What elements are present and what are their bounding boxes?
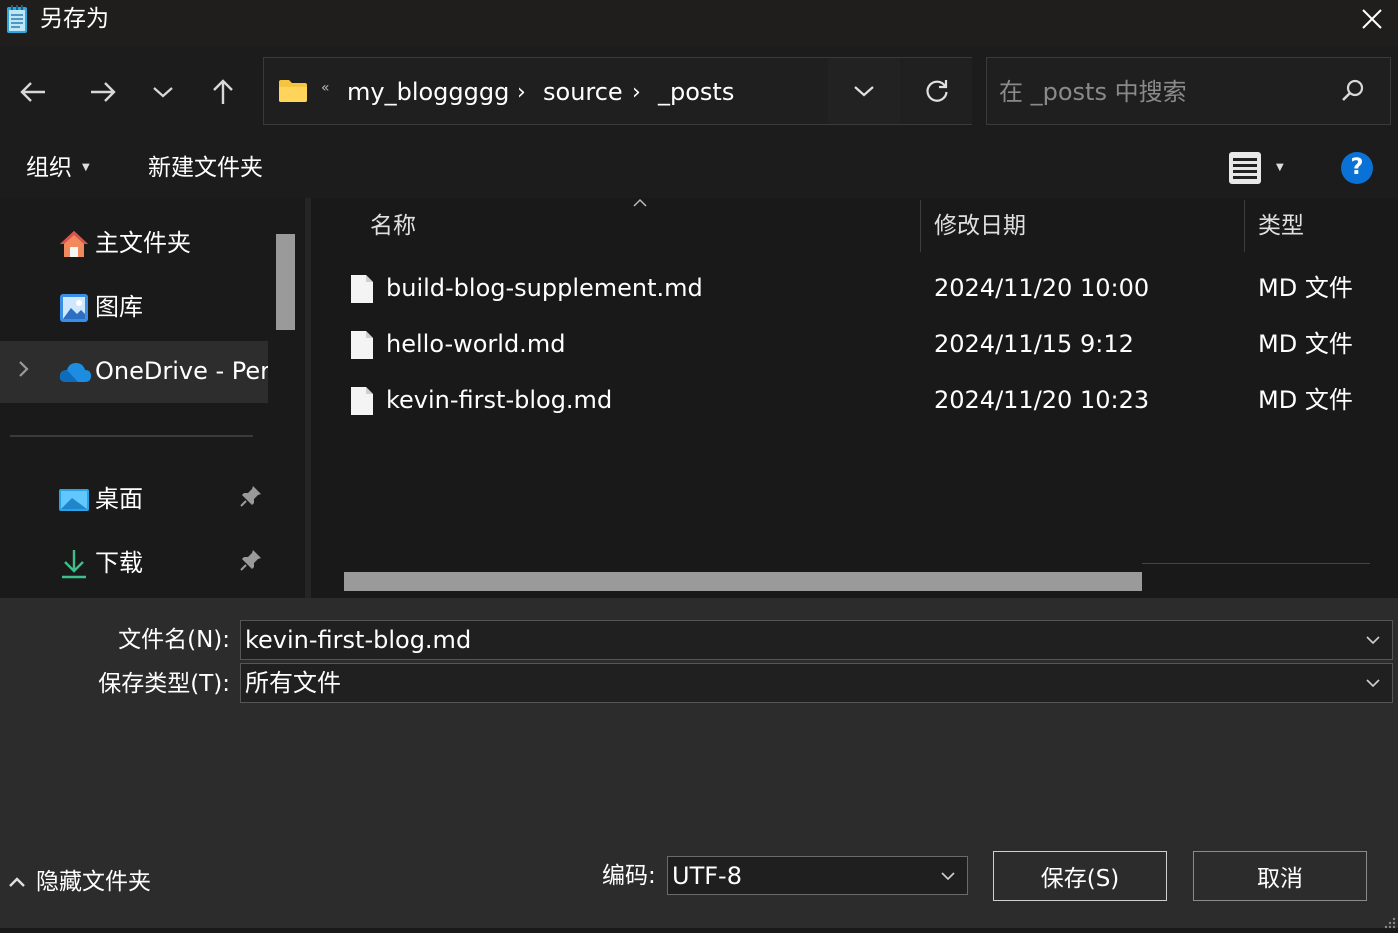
nav-item-home[interactable]: 主文件夹 (0, 213, 268, 275)
window-title: 另存为 (40, 6, 109, 32)
breadcrumb-separator[interactable]: › (517, 75, 526, 111)
file-type: MD 文件 (1258, 386, 1353, 414)
document-icon (350, 386, 374, 420)
file-name: kevin-first-blog.md (386, 386, 613, 414)
encoding-value: UTF-8 (672, 862, 742, 890)
file-modified: 2024/11/15 9:12 (934, 330, 1134, 358)
nav-item-desktop[interactable]: 桌面 (0, 469, 268, 531)
view-details-icon[interactable] (1228, 151, 1262, 189)
file-type: MD 文件 (1258, 330, 1353, 358)
horizontal-scrollbar-track (1142, 563, 1370, 564)
document-icon (350, 274, 374, 308)
file-row[interactable]: kevin-first-blog.md 2024/11/20 10:23 MD … (330, 372, 1398, 428)
file-modified: 2024/11/20 10:00 (934, 274, 1150, 302)
nav-item-onedrive[interactable]: OneDrive - Per (0, 341, 268, 403)
file-name: build-blog-supplement.md (386, 274, 703, 302)
nav-item-label: OneDrive - Per (95, 357, 268, 385)
save-button[interactable]: 保存(S) (993, 851, 1167, 901)
chevron-right-icon[interactable] (18, 360, 30, 383)
search-icon[interactable] (1340, 78, 1366, 108)
chevron-down-icon (854, 86, 874, 97)
nav-item-label: 图库 (95, 293, 143, 321)
document-icon (350, 330, 374, 364)
file-row[interactable]: hello-world.md 2024/11/15 9:12 MD 文件 (330, 316, 1398, 372)
recent-locations-button[interactable] (141, 70, 185, 114)
chevron-down-icon[interactable] (939, 867, 957, 889)
encoding-select[interactable]: UTF-8 (667, 856, 968, 895)
file-row[interactable]: build-blog-supplement.md 2024/11/20 10:0… (330, 260, 1398, 316)
download-icon (58, 548, 90, 584)
column-header-modified[interactable]: 修改日期 (934, 208, 1026, 244)
title-bar (0, 0, 1398, 46)
caret-down-icon: ▼ (82, 162, 90, 173)
filename-input[interactable]: kevin-first-blog.md (240, 620, 1393, 660)
horizontal-scrollbar-thumb[interactable] (344, 572, 1142, 591)
close-icon (1362, 9, 1382, 29)
cancel-button[interactable]: 取消 (1193, 851, 1367, 901)
hide-folders-toggle[interactable]: 隐藏文件夹 (8, 864, 151, 900)
pin-icon[interactable] (240, 485, 262, 511)
search-placeholder: 在 _posts 中搜索 (999, 78, 1187, 106)
nav-item-downloads[interactable]: 下载 (0, 533, 268, 595)
organize-menu[interactable]: 组织 (26, 152, 72, 184)
breadcrumb-item[interactable]: my_bloggggg (347, 74, 509, 110)
arrow-up-icon (213, 79, 233, 104)
help-icon[interactable]: ? (1341, 152, 1373, 184)
back-button[interactable] (11, 70, 55, 114)
filetype-select[interactable]: 所有文件 (240, 663, 1393, 703)
breadcrumb-separator[interactable]: › (632, 75, 641, 111)
chevron-up-icon (9, 877, 25, 887)
notepad-icon (6, 4, 28, 34)
column-divider[interactable] (1244, 200, 1245, 252)
filename-value: kevin-first-blog.md (245, 626, 472, 654)
new-folder-button[interactable]: 新建文件夹 (148, 152, 263, 184)
caret-down-icon[interactable]: ▼ (1276, 162, 1284, 173)
file-modified: 2024/11/20 10:23 (934, 386, 1150, 414)
nav-scrollbar-thumb[interactable] (276, 234, 295, 330)
sort-ascending-icon (632, 196, 648, 212)
nav-item-label: 桌面 (95, 485, 143, 513)
resize-grip-icon[interactable] (1384, 914, 1396, 933)
breadcrumb-item[interactable]: source (543, 74, 623, 110)
hide-folders-label: 隐藏文件夹 (36, 869, 151, 895)
forward-button[interactable] (81, 70, 125, 114)
close-button[interactable] (1350, 0, 1394, 38)
chevron-down-icon (153, 87, 173, 98)
gallery-icon (58, 292, 90, 328)
file-name: hello-world.md (386, 330, 566, 358)
breadcrumb-item[interactable]: _posts (658, 74, 734, 110)
column-divider[interactable] (920, 200, 921, 252)
chevron-down-icon[interactable] (1364, 631, 1382, 653)
encoding-label: 编码: (602, 863, 656, 889)
address-dropdown-button[interactable] (828, 58, 900, 124)
arrow-right-icon (91, 82, 116, 102)
refresh-icon (926, 80, 948, 102)
arrow-left-icon (20, 82, 45, 102)
home-icon (58, 228, 90, 264)
desktop-icon (58, 484, 90, 520)
nav-item-label: 主文件夹 (95, 229, 191, 257)
pin-icon[interactable] (240, 549, 262, 575)
file-type: MD 文件 (1258, 274, 1353, 302)
filename-label: 文件名(N): (118, 627, 230, 653)
refresh-button[interactable] (902, 58, 972, 124)
nav-item-label: 下载 (95, 549, 143, 577)
filetype-label: 保存类型(T): (98, 671, 230, 697)
onedrive-icon (58, 356, 92, 392)
nav-item-gallery[interactable]: 图库 (0, 277, 268, 339)
filetype-value: 所有文件 (245, 669, 341, 697)
nav-divider (10, 435, 253, 437)
chevron-down-icon[interactable] (1364, 674, 1382, 696)
breadcrumb-overflow[interactable]: « (321, 80, 330, 96)
up-button[interactable] (201, 70, 245, 114)
column-header-name[interactable]: 名称 (370, 208, 416, 244)
folder-icon (278, 79, 308, 107)
column-header-type[interactable]: 类型 (1258, 208, 1304, 244)
